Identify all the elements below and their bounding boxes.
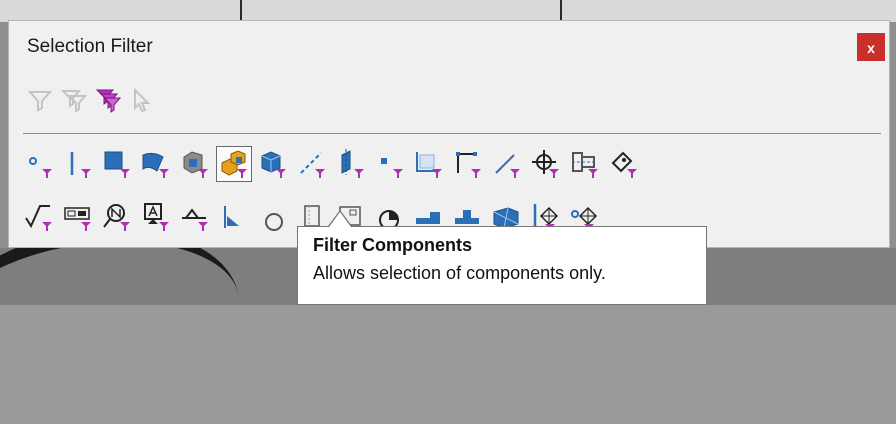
filter-sketch-lines-button[interactable] xyxy=(489,146,525,182)
dimension-icon xyxy=(611,151,637,178)
filter-solid-cube-button[interactable] xyxy=(255,146,291,182)
hole-callout-icon xyxy=(265,213,283,231)
selection-filter-row-1 xyxy=(21,146,642,182)
filter-weld-symbols-button[interactable] xyxy=(177,199,213,235)
filter-axes-button[interactable] xyxy=(294,146,330,182)
filter-sketch-segments-button[interactable] xyxy=(450,146,486,182)
filter-vertices-button[interactable] xyxy=(21,146,57,182)
filter-surface-finish-button[interactable] xyxy=(21,199,57,235)
tooltip-description: Allows selection of components only. xyxy=(313,263,606,283)
edge-icon xyxy=(70,152,91,178)
face-icon xyxy=(104,151,130,178)
solid-body-cube-icon xyxy=(261,151,286,178)
filter-center-marks-button[interactable] xyxy=(528,146,564,182)
filter-dimensions-button[interactable] xyxy=(606,146,642,182)
surface-finish-icon xyxy=(25,205,52,231)
viewport-edge-line xyxy=(560,0,562,22)
centerline-icon xyxy=(572,152,598,178)
sketch-region-icon xyxy=(416,152,442,178)
filter-all-icon[interactable] xyxy=(95,87,121,113)
solid-body-icon xyxy=(183,151,208,178)
selection-cursor-icon[interactable] xyxy=(129,87,155,113)
filter-toolbar xyxy=(27,87,155,117)
filter-edges-button[interactable] xyxy=(60,146,96,182)
sketch-line-icon xyxy=(495,154,520,178)
filter-sketch-regions-button[interactable] xyxy=(411,146,447,182)
axis-icon xyxy=(300,152,325,178)
filter-datum-features-button[interactable] xyxy=(138,199,174,235)
filter-hole-callouts-button[interactable] xyxy=(255,199,291,235)
tooltip-pointer-fill xyxy=(329,212,351,227)
filter-surface-bodies-button[interactable] xyxy=(138,146,174,182)
filter-centerlines-button[interactable] xyxy=(567,146,603,182)
filter-sketch-points-button[interactable] xyxy=(372,146,408,182)
filter-solid-bodies-button[interactable] xyxy=(177,146,213,182)
viewport-edge-line xyxy=(240,0,242,22)
sketch-segment-icon xyxy=(456,152,481,178)
selection-filter-panel: Selection Filter x xyxy=(8,20,890,248)
surface-body-icon xyxy=(142,152,169,178)
point-icon xyxy=(29,157,52,178)
tooltip: Filter Components Allows selection of co… xyxy=(297,226,707,305)
center-mark-icon xyxy=(532,150,559,178)
viewport-top-strip xyxy=(0,0,896,22)
filter-icon[interactable] xyxy=(27,87,53,113)
filter-datum-targets-button[interactable] xyxy=(216,199,252,235)
notes-icon xyxy=(103,204,130,231)
panel-title: Selection Filter xyxy=(27,36,153,57)
filter-geometric-tolerances-button[interactable] xyxy=(60,199,96,235)
toolbar-divider xyxy=(23,133,881,134)
weld-symbol-icon xyxy=(182,208,208,231)
datum-feature-icon xyxy=(144,203,169,231)
filter-faces-button[interactable] xyxy=(99,146,135,182)
close-button[interactable]: x xyxy=(857,33,885,61)
geometric-tolerance-icon xyxy=(64,207,91,231)
datum-target-icon xyxy=(224,206,239,228)
plane-icon xyxy=(341,149,364,178)
filter-planes-button[interactable] xyxy=(333,146,369,182)
components-icon xyxy=(221,150,247,178)
tooltip-title: Filter Components xyxy=(313,235,473,255)
filter-components-button[interactable] xyxy=(216,146,252,182)
filter-toggle-icon[interactable] xyxy=(61,87,87,113)
filter-notes-button[interactable] xyxy=(99,199,135,235)
sketch-point-icon xyxy=(381,158,403,178)
